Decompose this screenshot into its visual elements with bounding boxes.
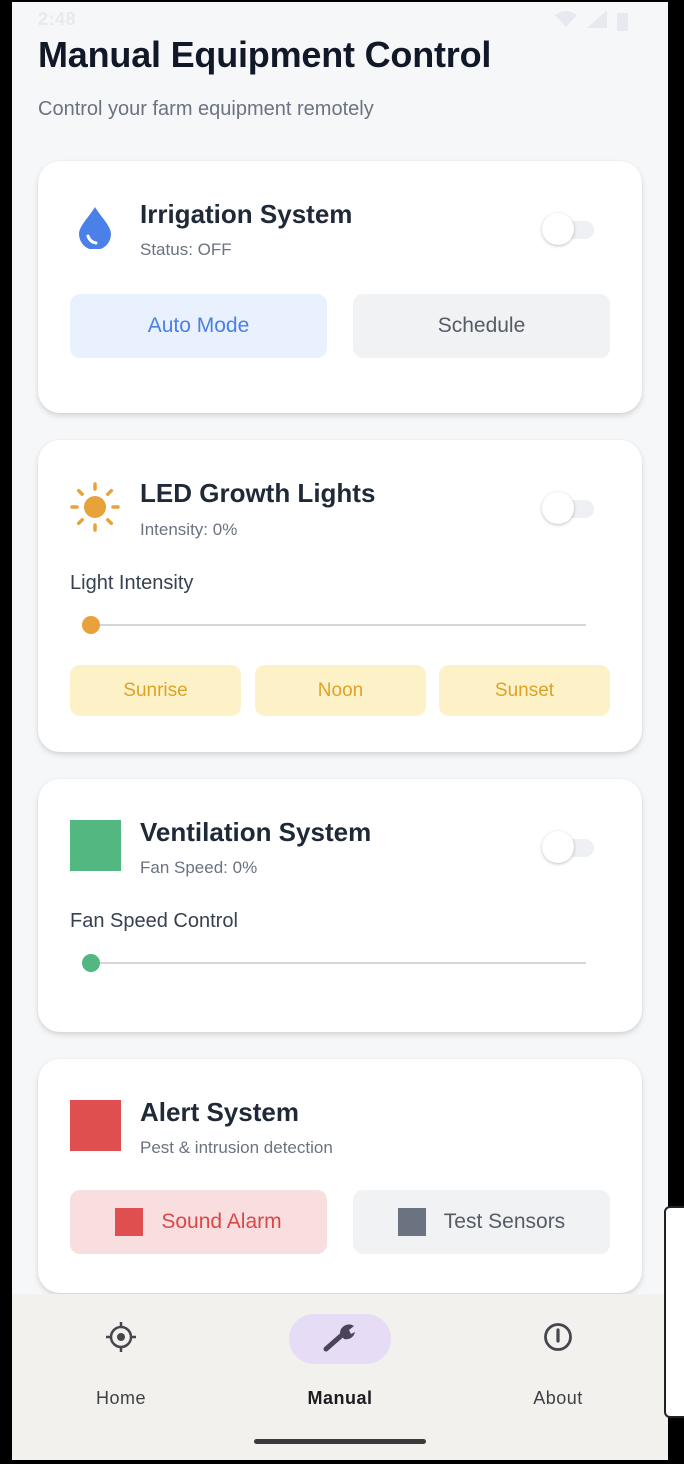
irrigation-title: Irrigation System [140,199,353,229]
bottom-nav: Home Manual About [12,1294,668,1460]
floating-side-panel[interactable] [664,1206,684,1418]
toggle-thumb [542,831,574,863]
water-drop-icon [76,205,114,254]
status-time: 2:48 [38,9,77,29]
slider-rail [90,962,586,964]
noon-button[interactable]: Noon [255,665,426,716]
alert-card: Alert System Pest & intrusion detection … [38,1059,642,1293]
app-screen: 2:48 Manual Equipment Control Control yo… [12,2,668,1460]
slider-thumb[interactable] [82,954,100,972]
irrigation-toggle[interactable] [542,212,594,246]
test-sensors-button[interactable]: Test Sensors [353,1190,610,1254]
nav-item-about[interactable]: About [488,1312,628,1412]
toggle-thumb [542,492,574,524]
fan-speed-slider[interactable] [82,948,586,978]
ventilation-title: Ventilation System [140,817,372,847]
nav-item-home[interactable]: Home [51,1312,191,1412]
alarm-icon [115,1208,144,1236]
alert-status: Pest & intrusion detection [140,1138,333,1157]
ventilation-toggle[interactable] [542,830,594,864]
nav-label-about: About [533,1388,583,1408]
nav-label-manual: Manual [307,1388,373,1408]
irrigation-status: Status: OFF [140,240,232,259]
nav-icon-container [507,1314,609,1364]
ventilation-status: Fan Speed: 0% [140,858,258,877]
irrigation-card: Irrigation System Status: OFF Auto Mode … [38,161,642,413]
nav-label-home: Home [95,1388,146,1408]
target-icon [105,1321,137,1358]
page-subtitle: Control your farm equipment remotely [38,98,374,120]
alert-square-icon [70,1100,121,1151]
signal-icon [587,10,607,33]
sound-alarm-button[interactable]: Sound Alarm [70,1190,327,1254]
light-intensity-slider[interactable] [82,610,586,640]
sound-alarm-label: Sound Alarm [161,1210,282,1233]
lights-status: Intensity: 0% [140,520,238,539]
fan-speed-label: Fan Speed Control [70,910,238,932]
status-icons [555,10,628,33]
test-sensors-label: Test Sensors [443,1210,566,1233]
schedule-button[interactable]: Schedule [353,294,610,358]
sensor-icon [397,1208,426,1236]
wrench-icon [322,1321,358,1358]
nav-icon-container [70,1314,172,1364]
page-title: Manual Equipment Control [38,34,492,75]
ventilation-card: Ventilation System Fan Speed: 0% Fan Spe… [38,779,642,1032]
nav-icon-container [289,1314,391,1364]
lights-card: LED Growth Lights Intensity: 0% Light In… [38,440,642,752]
fan-square-icon [70,820,121,871]
info-icon [542,1321,574,1358]
sunrise-button[interactable]: Sunrise [70,665,241,716]
lights-title: LED Growth Lights [140,478,376,508]
gesture-bar[interactable] [254,1439,426,1444]
alert-title: Alert System [140,1097,299,1127]
slider-rail [90,624,586,626]
toggle-thumb [542,213,574,245]
nav-item-manual[interactable]: Manual [270,1312,410,1412]
wifi-icon [555,10,577,33]
lights-toggle[interactable] [542,491,594,525]
sun-icon [70,482,120,537]
battery-icon [617,12,628,31]
light-intensity-label: Light Intensity [70,572,194,594]
sunset-button[interactable]: Sunset [439,665,610,716]
slider-thumb[interactable] [82,616,100,634]
auto-mode-button[interactable]: Auto Mode [70,294,327,358]
